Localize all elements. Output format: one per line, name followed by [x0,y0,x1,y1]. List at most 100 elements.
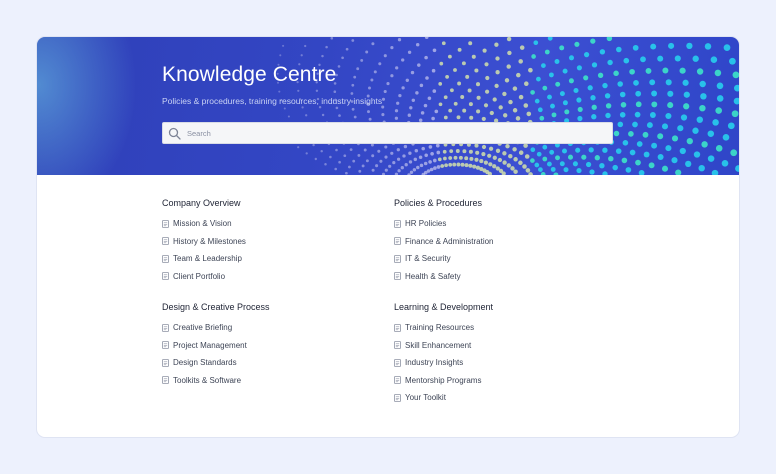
list-item[interactable]: HR Policies [394,215,494,233]
hero-dot [523,103,529,108]
hero-dot [696,68,704,75]
hero-dot [682,79,689,86]
hero-dot [321,54,324,58]
hero-dot [464,163,469,168]
list-item[interactable]: Client Portfolio [162,268,246,286]
hero-dot [534,162,540,168]
hero-dot [502,91,507,97]
list-item[interactable]: Skill Enhancement [394,337,493,355]
list-item[interactable]: Mission & Vision [162,215,246,233]
hero-dot [278,90,281,93]
list-item[interactable]: Creative Briefing [162,319,270,337]
hero-dot [428,145,433,149]
hero-dot [662,67,669,74]
hero-dot [484,62,489,67]
list-item[interactable]: Mentorship Programs [394,372,493,390]
list-item[interactable]: Your Toolkit [394,389,493,407]
hero-dot [449,149,454,154]
document-icon [394,237,401,246]
hero-dot [608,155,614,162]
hero-dot [629,68,635,75]
search-input[interactable] [187,123,607,143]
hero-dot [518,94,524,100]
hero-dot [397,38,402,42]
list-item[interactable]: History & Milestones [162,233,246,251]
list-item-label: Your Toolkit [405,393,446,403]
hero-dot [434,109,439,114]
hero-dot [481,152,486,157]
list-item[interactable]: Design Standards [162,354,270,372]
hero-dot [607,59,613,66]
hero-dot [563,167,569,173]
hero-dot [431,116,435,121]
hero-dot [577,115,583,122]
hero-dot [432,158,437,163]
list-item-label: Skill Enhancement [405,340,472,350]
hero-dot [674,55,681,62]
hero-dot [615,148,622,154]
list-item[interactable]: Project Management [162,337,270,355]
hero-dot [506,64,511,69]
hero-dot [485,89,490,94]
hero-dot [541,63,546,68]
hero-dot [698,164,705,172]
search-bar[interactable] [162,122,613,144]
hero-dot [481,144,487,150]
hero-dot [425,76,429,80]
list-item[interactable]: Training Resources [394,319,493,337]
hero-dot [516,72,521,78]
hero-dot [488,146,494,151]
hero-dot [667,90,674,97]
hero-dot [407,173,411,175]
list-item-label: Mission & Vision [173,219,232,229]
list-item[interactable]: Toolkits & Software [162,372,270,390]
hero-dot [492,97,497,102]
list-item[interactable]: Health & Safety [394,268,494,286]
page-title: Knowledge Centre [162,63,337,86]
hero-dot [373,70,377,74]
hero-dot [379,159,383,163]
hero-dot [536,76,541,82]
hero-dot [619,91,626,98]
hero-dot-pattern [276,37,739,175]
list-item-label: Design Standards [173,358,237,368]
knowledge-centre-card: Knowledge Centre Policies & procedures, … [37,37,739,437]
section-title: Design & Creative Process [162,302,270,312]
list-item-label: Toolkits & Software [173,375,242,385]
hero-dot [424,55,428,60]
hero-dot [495,148,501,153]
hero-dot [443,156,447,161]
search-icon[interactable] [168,127,181,140]
hero-dot [707,130,715,137]
hero-dot [512,108,518,113]
list-item[interactable]: Industry Insights [394,354,493,372]
list-item-label: Team & Leadership [173,254,242,264]
hero-dot [383,54,387,58]
hero-dot [418,155,423,159]
hero-dot [481,116,486,121]
hero-banner: Knowledge Centre Policies & procedures, … [37,37,739,175]
hero-dot [661,165,669,172]
section-learning-development: Learning & Development Training Resource… [394,301,493,407]
document-icon [394,341,401,350]
hero-dot [599,163,605,169]
hero-dot [721,159,729,167]
hero-dot [423,103,428,108]
hero-dot [533,40,539,46]
hero-dot [456,162,461,167]
hero-dot [735,165,739,172]
hero-dot [398,93,402,98]
list-item[interactable]: IT & Security [394,250,494,268]
list-item[interactable]: Finance & Administration [394,233,494,251]
hero-dot [365,50,369,54]
list-item[interactable]: Team & Leadership [162,250,246,268]
hero-dot [699,80,706,88]
hero-dot [367,110,370,114]
hero-dot [534,98,540,104]
list-item-label: Creative Briefing [173,323,233,333]
hero-dot [734,84,739,92]
hero-dot [392,160,396,165]
hero-dot [443,95,448,100]
hero-dot [528,67,533,73]
list-item-label: Mentorship Programs [405,375,482,385]
